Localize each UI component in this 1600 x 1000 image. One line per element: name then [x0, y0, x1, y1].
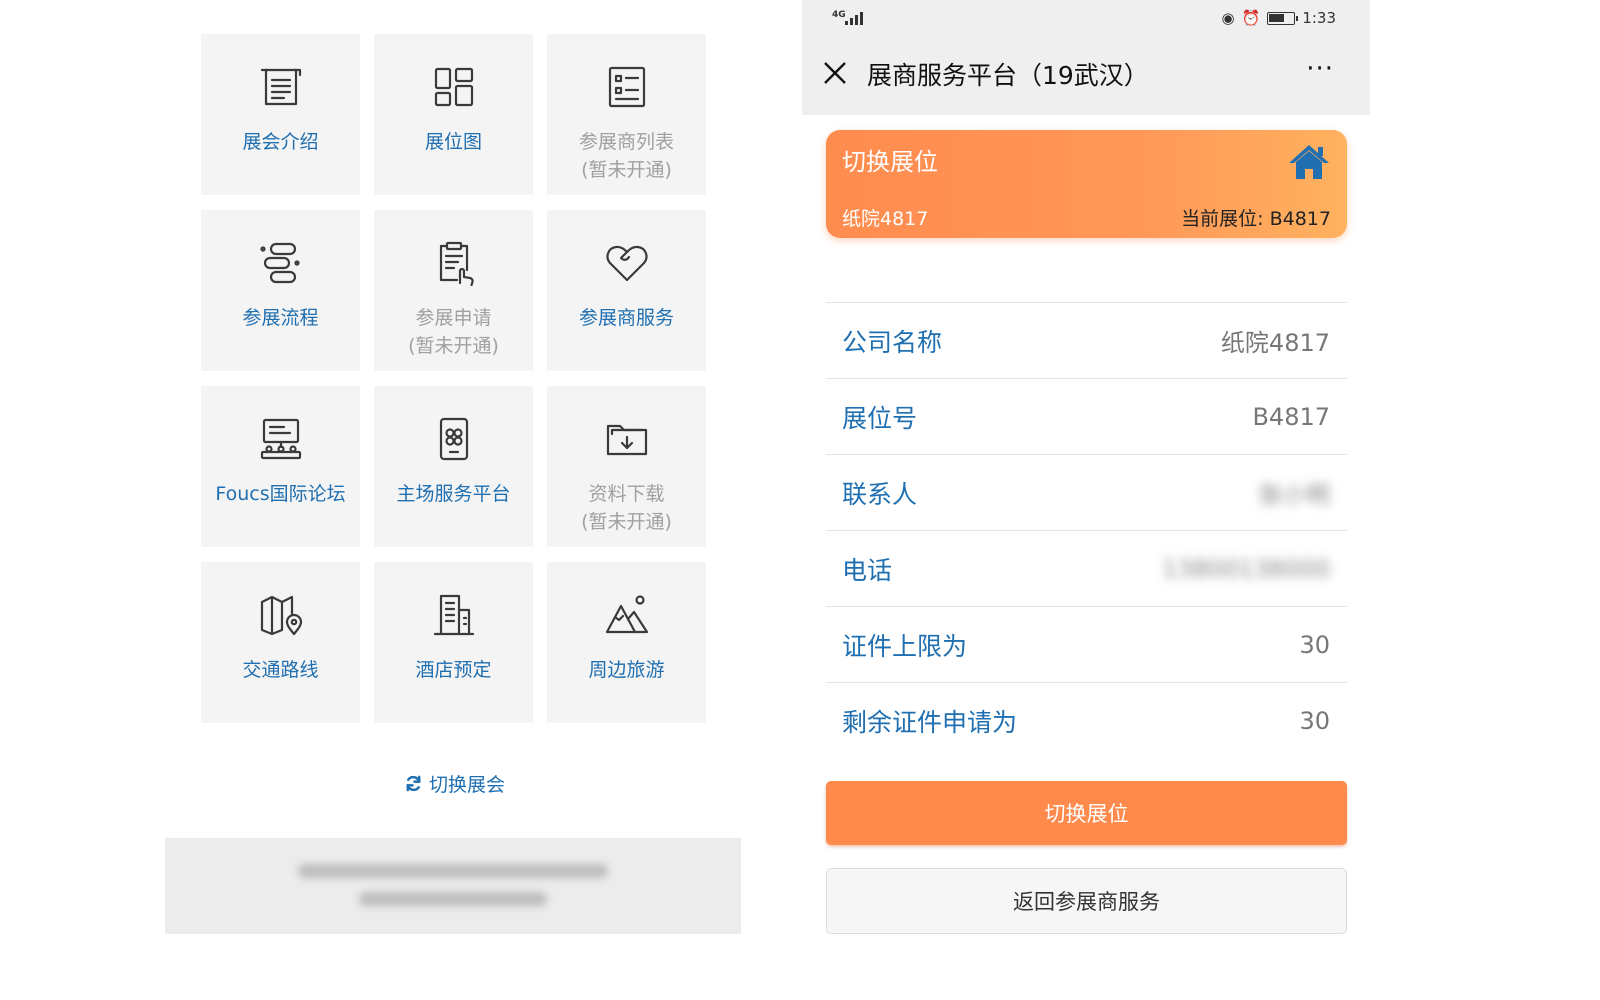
info-key: 证件上限为: [842, 631, 968, 661]
hotel-building-icon: [433, 594, 474, 636]
document-list-icon: [260, 68, 301, 106]
info-value: 30: [1299, 706, 1330, 735]
page-title: 展商服务平台（19武汉）: [867, 61, 1149, 90]
exhibitor-list-icon: [608, 66, 645, 108]
info-value-redacted: 张小明: [1258, 481, 1330, 509]
info-key: 电话: [842, 555, 893, 585]
battery-icon: [1267, 11, 1299, 25]
status-right: ◉ ⏰ 1:33: [1222, 9, 1336, 27]
feature-grid: 展会介绍 展位图 参展商列表 (暂未开通) 参展流程 参展申请 (暂未开通) 参…: [201, 34, 707, 723]
tile-sublabel: (暂未开通): [408, 335, 499, 357]
tile-transport-route[interactable]: 交通路线: [201, 562, 360, 723]
info-key: 展位号: [842, 403, 918, 433]
switch-fair-label: 切换展会: [429, 774, 506, 796]
tile-exhibition-intro[interactable]: 展会介绍: [201, 34, 360, 195]
close-icon: [824, 62, 846, 84]
tile-host-service-platform[interactable]: 主场服务平台: [374, 386, 533, 547]
info-row-contact: 联系人 张小明: [826, 454, 1347, 530]
tile-focus-forum[interactable]: Foucs国际论坛: [201, 386, 360, 547]
booth-card-company: 纸院4817: [842, 208, 929, 230]
heart-service-icon: [605, 245, 648, 282]
blurred-text: [359, 892, 547, 906]
map-route-icon: [260, 595, 302, 636]
tile-label: 参展流程: [242, 307, 319, 329]
folder-download-icon: [606, 424, 647, 456]
blurred-footer: [165, 838, 741, 934]
booth-card[interactable]: 切换展位 纸院4817 当前展位: B4817: [826, 130, 1347, 238]
info-value: 30: [1299, 630, 1330, 659]
alarm-icon: ⏰: [1241, 9, 1261, 27]
signal-icon: [845, 12, 863, 25]
info-row-phone: 电话 13800138000: [826, 530, 1347, 606]
back-to-exhibitor-service-button[interactable]: 返回参展商服务: [826, 868, 1347, 934]
mountain-travel-icon: [605, 595, 648, 634]
info-value: B4817: [1252, 402, 1330, 431]
tile-sublabel: (暂未开通): [581, 511, 672, 533]
tile-label: Foucs国际论坛: [215, 483, 346, 505]
application-form-icon: [439, 241, 474, 287]
clock: 1:33: [1302, 9, 1336, 27]
booth-card-current-booth: 当前展位: B4817: [1181, 208, 1331, 230]
layout-grid-icon: [434, 67, 473, 107]
tile-exhibit-application[interactable]: 参展申请 (暂未开通): [374, 210, 533, 371]
tile-hotel-booking[interactable]: 酒店预定: [374, 562, 533, 723]
tile-materials-download[interactable]: 资料下载 (暂未开通): [547, 386, 706, 547]
tile-label: 参展申请: [415, 307, 492, 329]
tile-label: 展位图: [424, 131, 482, 153]
eye-icon: ◉: [1221, 9, 1235, 27]
tile-booth-map[interactable]: 展位图: [374, 34, 533, 195]
info-key: 公司名称: [842, 327, 943, 357]
status-bar: 4G ◉ ⏰ 1:33: [802, 0, 1370, 38]
tile-label: 酒店预定: [415, 659, 492, 681]
refresh-icon: [406, 775, 421, 792]
tile-exhibitor-service[interactable]: 参展商服务: [547, 210, 706, 371]
booth-info-list: 公司名称 纸院4817 展位号 B4817 联系人 张小明 电话 1380013…: [826, 302, 1347, 758]
tile-exhibit-process[interactable]: 参展流程: [201, 210, 360, 371]
booth-card-title: 切换展位: [842, 148, 938, 176]
network-indicator: 4G: [832, 10, 846, 20]
tile-label: 周边旅游: [588, 659, 665, 681]
phone-screen: 4G ◉ ⏰ 1:33 展商服务平台（19武汉） ··· 切换展位 纸院4817…: [802, 0, 1370, 1000]
service-platform-icon: [439, 417, 468, 461]
blurred-text: [298, 864, 608, 878]
info-row-booth-number: 展位号 B4817: [826, 378, 1347, 454]
home-icon[interactable]: [1287, 142, 1331, 182]
tile-label: 交通路线: [242, 659, 319, 681]
tile-label: 资料下载: [588, 483, 665, 505]
switch-fair-link[interactable]: 切换展会: [404, 770, 505, 797]
tile-label: 主场服务平台: [396, 483, 511, 505]
info-row-pass-limit: 证件上限为 30: [826, 606, 1347, 682]
tile-label: 参展商列表: [578, 131, 674, 153]
nav-bar: 展商服务平台（19武汉） ···: [802, 38, 1370, 115]
info-row-company: 公司名称 纸院4817: [826, 302, 1347, 378]
process-flow-icon: [259, 242, 300, 284]
info-key: 联系人: [842, 479, 918, 509]
info-value-redacted: 13800138000: [1162, 554, 1330, 583]
switch-booth-button[interactable]: 切换展位: [826, 781, 1347, 845]
tile-sublabel: (暂未开通): [581, 159, 672, 181]
info-key: 剩余证件申请为: [842, 707, 1018, 737]
tile-exhibitor-list[interactable]: 参展商列表 (暂未开通): [547, 34, 706, 195]
tile-label: 参展商服务: [578, 307, 674, 329]
close-button[interactable]: [820, 58, 850, 88]
info-value: 纸院4817: [1220, 329, 1330, 357]
info-row-remaining-passes: 剩余证件申请为 30: [826, 682, 1347, 758]
tile-label: 展会介绍: [242, 131, 319, 153]
forum-podium-icon: [260, 418, 301, 460]
tile-nearby-travel[interactable]: 周边旅游: [547, 562, 706, 723]
more-menu-button[interactable]: ···: [1306, 54, 1334, 84]
